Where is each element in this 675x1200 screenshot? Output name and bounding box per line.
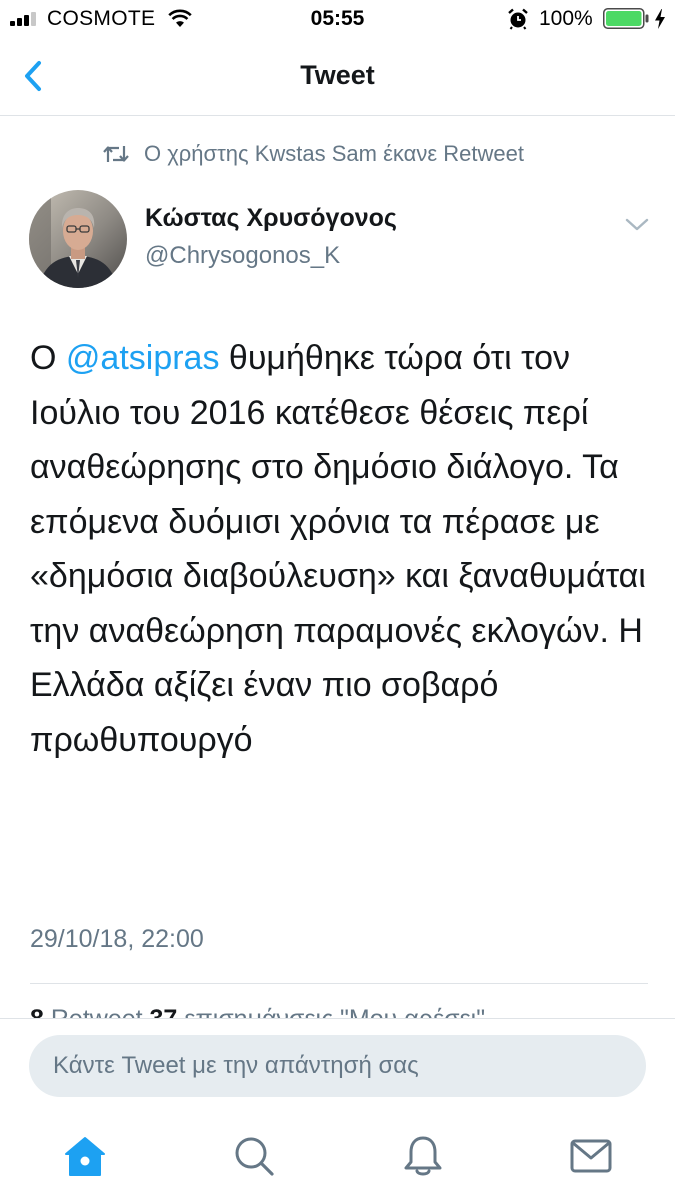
tweet-stats: 8 Retweet 37 επισημάνσεις "Μου αρέσει": [30, 1004, 650, 1018]
author-handle[interactable]: @Chrysogonos_K: [145, 242, 340, 270]
retweet-count[interactable]: 8: [30, 1005, 44, 1018]
retweet-icon: [103, 146, 129, 162]
notifications-bell-icon[interactable]: [401, 1134, 445, 1178]
retweet-label[interactable]: Retweet: [51, 1005, 143, 1018]
reply-bar: [0, 1018, 675, 1110]
tweet-text-start: Ο: [30, 339, 66, 377]
tweet-text-rest: θυμήθηκε τώρα ότι τον Ιούλιο του 2016 κα…: [30, 339, 646, 759]
retweet-context-text: Ο χρήστης Kwstas Sam έκανε Retweet: [144, 141, 524, 166]
tab-bar: [0, 1110, 675, 1200]
page-title: Tweet: [300, 60, 375, 90]
navigation-bar: Tweet: [0, 38, 675, 116]
search-icon[interactable]: [232, 1134, 276, 1178]
battery-icon: [603, 8, 649, 29]
tweet-timestamp: 29/10/18, 22:00: [30, 925, 204, 953]
reply-input[interactable]: [29, 1035, 646, 1097]
tweet-text: Ο @atsipras θυμήθηκε τώρα ότι τον Ιούλιο…: [30, 331, 655, 767]
like-label[interactable]: επισημάνσεις "Μου αρέσει": [184, 1005, 485, 1018]
mention-link[interactable]: @atsipras: [66, 339, 220, 377]
author-name[interactable]: Κώστας Χρυσόγονος: [145, 204, 397, 233]
chevron-down-icon[interactable]: [624, 214, 650, 234]
messages-mail-icon[interactable]: [569, 1134, 613, 1178]
avatar[interactable]: [29, 190, 127, 288]
alarm-clock-icon: [508, 8, 528, 30]
home-icon[interactable]: [63, 1134, 107, 1178]
divider: [30, 983, 648, 984]
charging-bolt-icon: [655, 9, 665, 29]
avatar-photo: [29, 190, 127, 288]
tweet-detail-screen: COSMOTE 05:55 100% Tweet Ο χρήστης Kwsta…: [0, 0, 675, 1200]
battery-percentage: 100%: [539, 7, 593, 30]
status-bar: COSMOTE 05:55 100%: [0, 0, 675, 38]
like-count[interactable]: 37: [150, 1005, 178, 1018]
